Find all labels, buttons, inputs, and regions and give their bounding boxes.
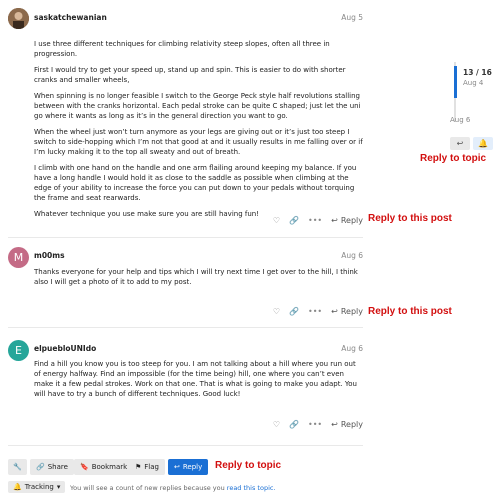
paragraph: First I would try to get your speed up, … — [34, 66, 346, 84]
avatar[interactable] — [8, 8, 29, 29]
reply-button[interactable]: ↩ Reply — [331, 420, 363, 429]
tracking-description: You will see a count of new replies beca… — [70, 484, 276, 492]
copy-link-icon[interactable]: 🔗 — [289, 307, 299, 316]
reply-button[interactable]: ↩ Reply — [331, 307, 363, 316]
more-options-icon[interactable]: ••• — [308, 420, 322, 429]
post-date[interactable]: Aug 6 — [341, 344, 363, 353]
paragraph: I use three different techniques for cli… — [34, 40, 330, 58]
post-actions: ♡ 🔗 ••• ↩ Reply — [273, 304, 363, 318]
reply-arrow-icon: ↩ — [456, 139, 464, 148]
post-saskatchewanian: saskatchewanian Aug 5 I use three differ… — [8, 8, 363, 230]
reply-arrow-icon: ↩ — [331, 419, 338, 429]
post-divider — [8, 327, 363, 328]
annotation-reply-to-topic: Reply to topic — [420, 153, 487, 164]
avatar[interactable]: E — [8, 340, 29, 361]
annotation-reply-to-post: Reply to this post — [368, 213, 452, 224]
timeline-back-button[interactable]: ↩ — [450, 137, 470, 150]
wrench-icon: 🔧 — [13, 463, 22, 471]
paragraph: When the wheel just won’t turn anymore a… — [34, 128, 363, 156]
post-date[interactable]: Aug 6 — [341, 251, 363, 260]
copy-link-icon[interactable]: 🔗 — [289, 420, 299, 429]
username[interactable]: saskatchewanian — [34, 13, 107, 22]
reply-topic-button[interactable]: ↩ Reply — [168, 459, 209, 475]
username[interactable]: m00ms — [34, 251, 65, 260]
like-heart-icon[interactable]: ♡ — [273, 420, 280, 429]
paragraph: I climb with one hand on the handle and … — [34, 164, 357, 202]
avatar[interactable]: M — [8, 247, 29, 268]
like-heart-icon[interactable]: ♡ — [273, 216, 280, 225]
paragraph: When spinning is no longer feasible I sw… — [34, 92, 361, 120]
bell-icon: 🔔 — [478, 139, 488, 148]
chevron-down-icon: ▾ — [56, 483, 61, 491]
reply-button[interactable]: ↩ Reply — [331, 216, 363, 225]
post-actions: ♡ 🔗 ••• ↩ Reply — [273, 417, 363, 431]
bell-icon: 🔔 — [13, 483, 22, 491]
paragraph: Thanks everyone for your help and tips w… — [34, 268, 358, 286]
link-icon: 🔗 — [36, 463, 45, 471]
more-options-icon[interactable]: ••• — [308, 307, 322, 316]
post-body: I use three different techniques for cli… — [34, 39, 363, 225]
post-body: Thanks everyone for your help and tips w… — [34, 267, 363, 293]
share-button[interactable]: 🔗 Share — [30, 459, 74, 475]
annotation-reply-to-post: Reply to this post — [368, 306, 452, 317]
bookmark-button[interactable]: 🔖 Bookmark — [74, 459, 134, 475]
post-actions: ♡ 🔗 ••• ↩ Reply — [273, 213, 363, 227]
timeline-notification-button[interactable]: 🔔 — [473, 137, 493, 150]
read-topic-link[interactable]: read this topic. — [227, 484, 276, 492]
post-divider — [8, 237, 363, 238]
admin-wrench-button[interactable]: 🔧 — [8, 459, 27, 475]
reply-arrow-icon: ↩ — [331, 215, 338, 225]
post-body: Find a hill you know you is too steep fo… — [34, 359, 363, 405]
annotation-reply-to-topic: Reply to topic — [215, 460, 282, 471]
copy-link-icon[interactable]: 🔗 — [289, 216, 299, 225]
timeline-end-date[interactable]: Aug 6 — [450, 116, 470, 124]
more-options-icon[interactable]: ••• — [308, 216, 322, 225]
paragraph: Find a hill you know you is too steep fo… — [34, 360, 357, 398]
reply-arrow-icon: ↩ — [331, 306, 338, 316]
timeline-date: Aug 4 — [463, 79, 484, 87]
post-elpueblounido: E elpuebloUNIdo Aug 6 Find a hill you kn… — [8, 340, 363, 432]
post-m00ms: M m00ms Aug 6 Thanks everyone for your h… — [8, 247, 363, 319]
post-divider — [8, 445, 363, 446]
timeline-count: 13 / 16 — [463, 68, 492, 77]
like-heart-icon[interactable]: ♡ — [273, 307, 280, 316]
post-date[interactable]: Aug 5 — [341, 13, 363, 22]
timeline-handle[interactable] — [454, 66, 457, 98]
flag-button[interactable]: ⚑ Flag — [129, 459, 165, 475]
bookmark-icon: 🔖 — [80, 463, 89, 471]
reply-arrow-icon: ↩ — [174, 463, 180, 471]
tracking-dropdown[interactable]: 🔔 Tracking ▾ — [8, 481, 66, 493]
username[interactable]: elpuebloUNIdo — [34, 344, 96, 353]
flag-icon: ⚑ — [135, 463, 142, 471]
